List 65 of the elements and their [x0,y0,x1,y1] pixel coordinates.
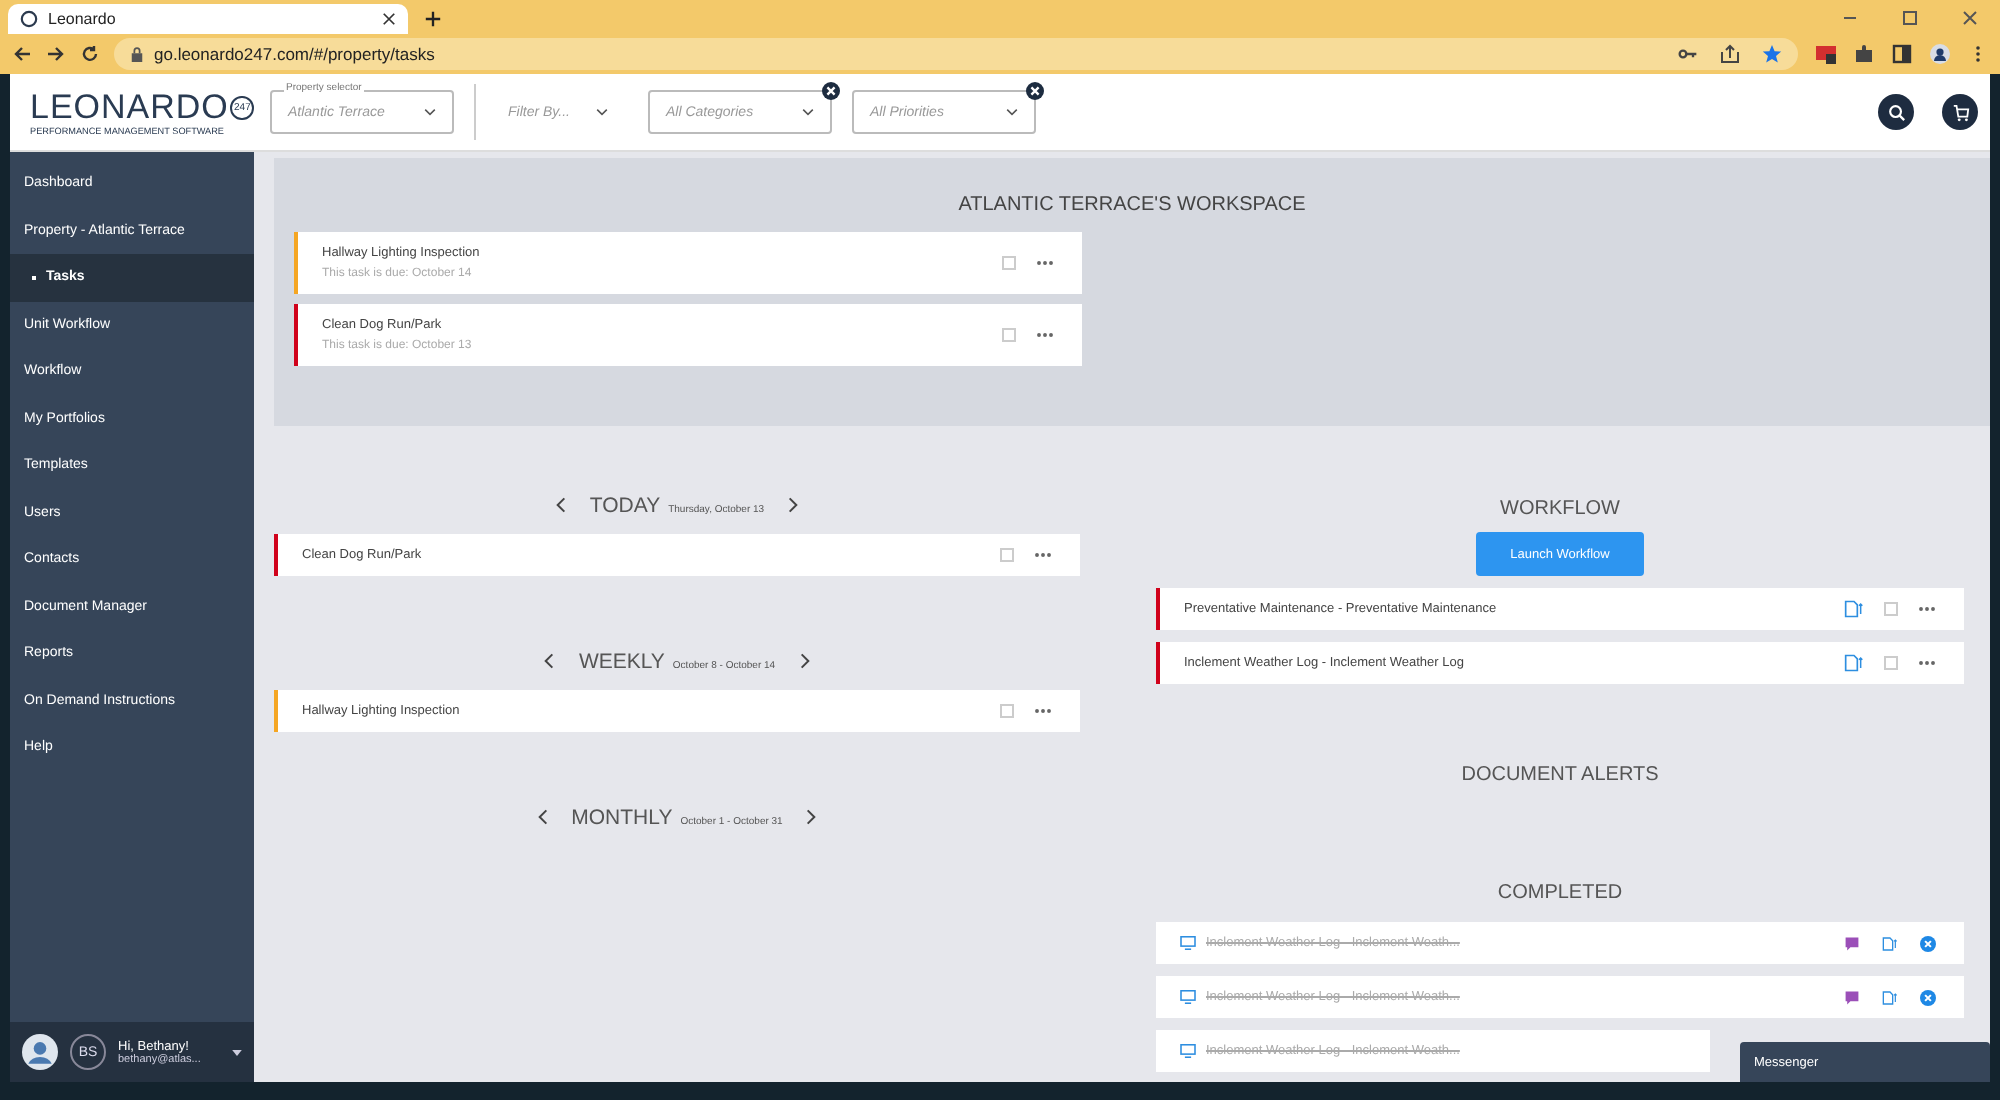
more-icon[interactable] [1034,708,1052,714]
lock-icon [130,45,144,63]
clear-icon[interactable] [822,82,840,100]
browser-tab[interactable]: Leonardo [8,4,408,34]
new-tab-icon[interactable] [424,10,442,28]
document-icon[interactable] [1882,935,1898,951]
reload-icon[interactable] [80,44,100,64]
more-icon[interactable] [1918,606,1936,612]
checkbox[interactable] [1000,548,1014,562]
puzzle-icon[interactable] [1854,44,1874,64]
section-title: ATLANTIC TERRACE'S WORKSPACE [956,194,1308,216]
cart-button[interactable] [1942,94,1978,130]
more-icon[interactable] [1918,660,1936,666]
clear-icon[interactable] [1026,82,1044,100]
side-panel-icon[interactable] [1892,44,1912,64]
period-title: TODAY [589,496,661,518]
remove-icon[interactable] [1920,935,1936,951]
document-icon[interactable] [1882,989,1898,1005]
period-title: MONTHLY [571,808,673,830]
chevron-down-icon [424,108,436,116]
chevron-right-icon[interactable] [806,808,817,826]
search-button[interactable] [1878,94,1914,130]
checkbox[interactable] [1002,256,1016,270]
chevron-down-icon [802,108,814,116]
search-icon [1887,103,1905,121]
chevron-left-icon[interactable] [555,496,566,514]
comment-icon[interactable] [1844,989,1860,1005]
caret-icon[interactable] [232,1049,242,1055]
back-icon[interactable] [12,44,32,64]
checkbox[interactable] [1884,656,1898,670]
period-title: WEEKLY [578,652,665,674]
monitor-icon [1180,936,1196,950]
more-icon[interactable] [1036,260,1054,266]
monitor-icon [1180,1044,1196,1058]
logo-icon [20,10,38,28]
close-icon[interactable] [382,12,396,26]
chevron-right-icon[interactable] [788,496,799,514]
forward-icon[interactable] [46,44,66,64]
checkbox[interactable] [1000,704,1014,718]
key-icon[interactable] [1678,44,1698,64]
checkbox[interactable] [1002,328,1016,342]
section-title: DOCUMENT ALERTS [1459,764,1661,786]
chevron-right-icon[interactable] [799,652,810,670]
chevron-down-icon [596,108,608,116]
cart-icon [1951,103,1969,121]
document-icon[interactable] [1844,654,1864,672]
chevron-down-icon [1006,108,1018,116]
chevron-left-icon[interactable] [537,808,548,826]
chevron-left-icon[interactable] [544,652,555,670]
remove-icon[interactable] [1920,989,1936,1005]
checkbox[interactable] [1884,602,1898,616]
more-icon[interactable] [1034,552,1052,558]
maximize-icon[interactable] [1900,8,1920,28]
star-icon[interactable] [1762,44,1782,64]
document-icon[interactable] [1844,600,1864,618]
address-bar[interactable]: go.leonardo247.com/#/property/tasks [114,38,1798,70]
section-title: WORKFLOW [1498,498,1622,520]
extension-badge-icon[interactable] [1816,44,1836,64]
comment-icon[interactable] [1844,935,1860,951]
monitor-icon [1180,990,1196,1004]
more-icon[interactable] [1036,332,1054,338]
profile-icon[interactable] [1930,44,1950,64]
section-title: COMPLETED [1495,882,1625,904]
share-icon[interactable] [1720,44,1740,64]
avatar-icon [22,1034,58,1070]
